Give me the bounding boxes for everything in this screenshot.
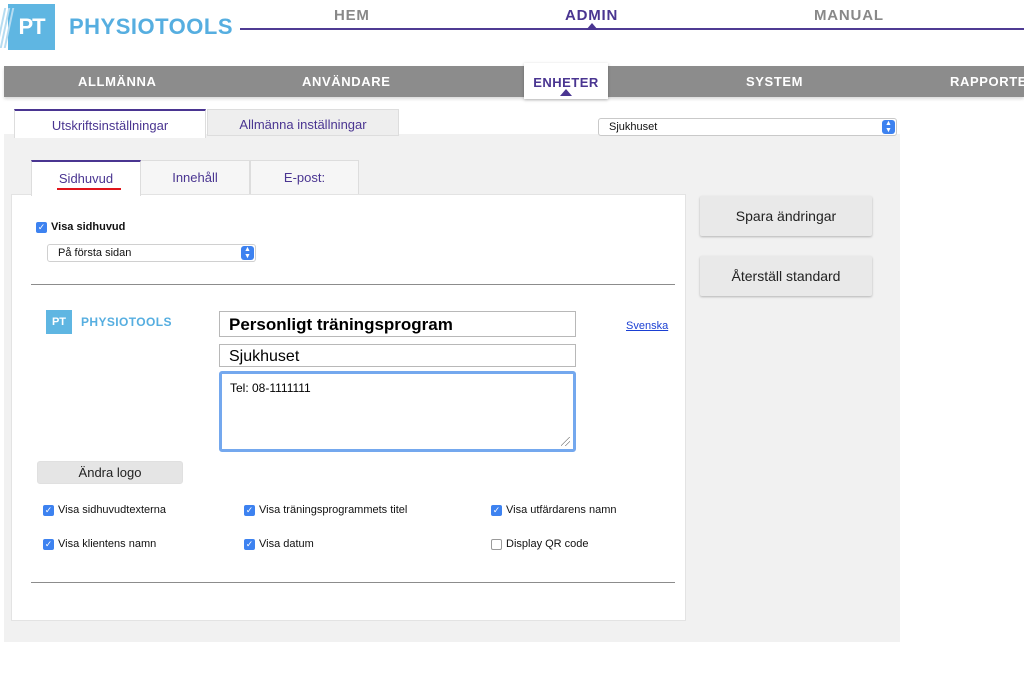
tab-print-settings[interactable]: Utskriftsinställningar xyxy=(14,109,206,138)
option-label-qr-code: Display QR code xyxy=(506,538,589,550)
admin-nav-system[interactable]: SYSTEM xyxy=(746,74,803,89)
reset-default-button[interactable]: Återställ standard xyxy=(700,256,872,296)
logo-text: PT xyxy=(18,14,45,39)
resize-handle-icon[interactable] xyxy=(561,437,570,446)
logo-icon: PT xyxy=(0,4,55,50)
section-divider xyxy=(31,284,675,285)
option-label-client-name: Visa klientens namn xyxy=(58,538,157,550)
admin-nav-allmanna[interactable]: ALLMÄNNA xyxy=(78,74,156,89)
header-unit-field[interactable]: Sjukhuset xyxy=(219,344,576,367)
tab-general-settings[interactable]: Allmänna inställningar xyxy=(207,109,399,136)
header-placement-select[interactable]: På första sidan ▲ ▼ xyxy=(47,244,256,262)
header-logo-preview: PT PHYSIOTOOLS xyxy=(46,310,172,334)
select-arrows-icon: ▲ ▼ xyxy=(241,246,254,260)
active-tab-underline xyxy=(57,188,121,190)
brand[interactable]: PT PHYSIOTOOLS xyxy=(0,4,234,50)
header-divider xyxy=(240,28,1024,30)
header-placement-value: På första sidan xyxy=(58,247,132,259)
option-label-header-texts: Visa sidhuvudtexterna xyxy=(58,504,167,516)
save-changes-button[interactable]: Spara ändringar xyxy=(700,196,872,236)
top-nav-admin[interactable]: ADMIN xyxy=(565,7,618,24)
admin-nav-rapporter[interactable]: RAPPORTER xyxy=(950,74,1024,89)
top-nav-manual[interactable]: MANUAL xyxy=(814,7,884,24)
option-checkbox-date[interactable] xyxy=(244,539,255,550)
logo-icon: PT xyxy=(46,310,72,334)
tab-sidhuvud-label: Sidhuvud xyxy=(58,171,114,186)
language-link[interactable]: Svenska xyxy=(626,320,668,332)
logo-stripes xyxy=(0,8,15,48)
active-caret-icon xyxy=(560,89,572,96)
unit-select-value: Sjukhuset xyxy=(609,121,658,133)
show-header-checkbox[interactable] xyxy=(36,222,47,233)
section-divider xyxy=(31,582,675,583)
option-checkbox-client-name[interactable] xyxy=(43,539,54,550)
select-arrows-icon: ▲ ▼ xyxy=(882,120,895,134)
option-checkbox-program-title[interactable] xyxy=(244,505,255,516)
header-contact-textarea[interactable]: Tel: 08-1111111 xyxy=(219,371,576,452)
active-caret-icon xyxy=(586,23,598,30)
tab-epost[interactable]: E-post: xyxy=(250,160,359,194)
option-checkbox-header-texts[interactable] xyxy=(43,505,54,516)
show-header-label: Visa sidhuvud xyxy=(51,221,126,233)
option-checkbox-issuer-name[interactable] xyxy=(491,505,502,516)
option-label-date: Visa datum xyxy=(259,538,314,550)
logo-name: PHYSIOTOOLS xyxy=(81,315,172,329)
admin-nav: ALLMÄNNA ANVÄNDARE SYSTEM RAPPORTER xyxy=(4,66,1024,97)
admin-nav-enheter[interactable]: ENHETER xyxy=(524,63,608,99)
tab-sidhuvud[interactable]: Sidhuvud xyxy=(31,160,141,196)
option-label-issuer-name: Visa utfärdarens namn xyxy=(506,504,617,516)
header-contact-text: Tel: 08-1111111 xyxy=(230,381,311,395)
admin-nav-anvandare[interactable]: ANVÄNDARE xyxy=(302,74,390,89)
unit-select[interactable]: Sjukhuset ▲ ▼ xyxy=(598,118,897,136)
option-label-program-title: Visa träningsprogrammets titel xyxy=(259,504,408,516)
admin-nav-enheter-label: ENHETER xyxy=(533,75,599,90)
option-checkbox-qr-code[interactable] xyxy=(491,539,502,550)
change-logo-button[interactable]: Ändra logo xyxy=(37,461,183,484)
brand-name: PHYSIOTOOLS xyxy=(69,14,234,39)
tab-innehall[interactable]: Innehåll xyxy=(140,160,250,194)
top-nav-hem[interactable]: HEM xyxy=(334,7,370,24)
header-title-field[interactable]: Personligt träningsprogram xyxy=(219,311,576,337)
